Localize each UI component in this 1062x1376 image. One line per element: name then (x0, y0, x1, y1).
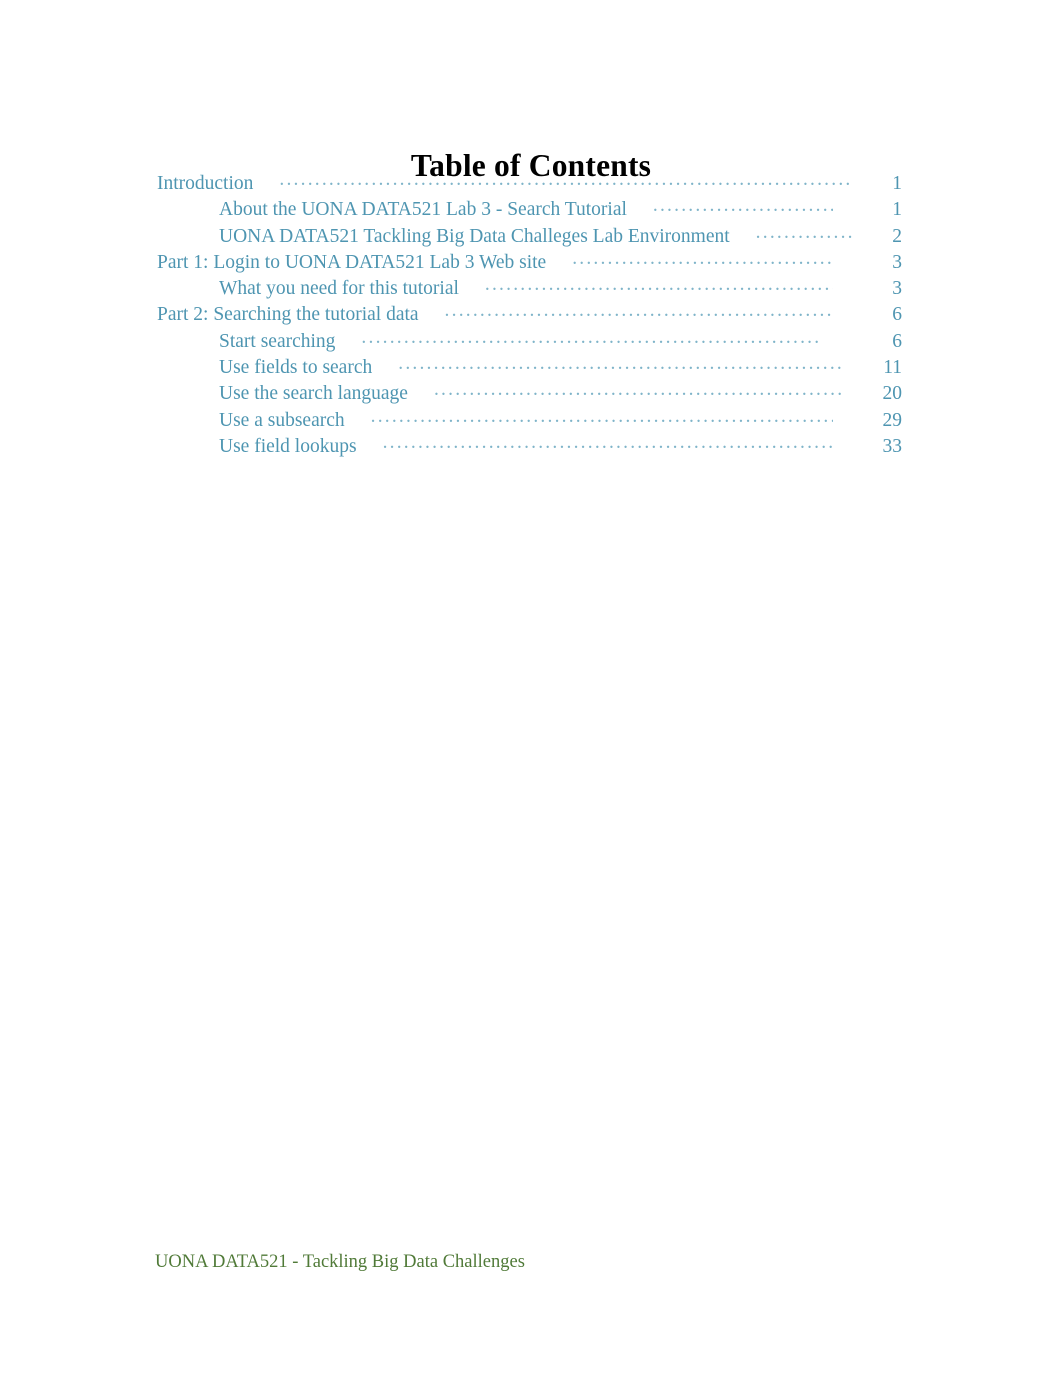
toc-entry-page-number: 3 (892, 251, 902, 273)
toc-entry[interactable]: What you need for this tutorial 3 (157, 275, 902, 301)
toc-dot-leader (756, 223, 852, 242)
toc-entry[interactable]: Use fields to search 11 (157, 354, 902, 380)
toc-entry-label: Use field lookups (219, 435, 357, 457)
toc-entry-page-number: 11 (883, 357, 902, 379)
toc-dot-leader (485, 275, 833, 294)
document-page: Table of Contents Introduction 1 About t… (0, 0, 1062, 1376)
toc-entry-page-number: 33 (882, 435, 903, 457)
toc-entry[interactable]: UONA DATA521 Tackling Big Data Challeges… (157, 223, 902, 249)
toc-entry[interactable]: Use a subsearch 29 (157, 407, 902, 433)
toc-entry-page-number: 1 (892, 173, 902, 194)
toc-entry[interactable]: Introduction 1 (157, 170, 902, 196)
toc-entry-page-number: 20 (882, 383, 903, 405)
toc-entry[interactable]: Part 2: Searching the tutorial data 6 (157, 301, 902, 327)
toc-entry-page-number: 6 (892, 330, 902, 352)
toc-dot-leader (383, 433, 833, 452)
toc-entry-label: Use a subsearch (219, 409, 345, 431)
toc-dot-leader (653, 196, 833, 215)
toc-entry-label: About the UONA DATA521 Lab 3 - Search Tu… (219, 199, 627, 221)
toc-entry-label: Use fields to search (219, 357, 373, 379)
toc-entry-page-number: 2 (892, 225, 902, 247)
toc-dot-leader (371, 407, 833, 426)
toc-entry-label: UONA DATA521 Tackling Big Data Challeges… (219, 225, 730, 247)
toc-dot-leader (279, 170, 852, 189)
toc-dot-leader (445, 301, 833, 320)
toc-dot-leader (572, 249, 833, 268)
table-of-contents-list: Introduction 1 About the UONA DATA521 La… (157, 170, 902, 459)
toc-dot-leader (434, 380, 844, 399)
toc-entry-page-number: 1 (892, 199, 902, 221)
toc-entry-label: Start searching (219, 330, 336, 352)
toc-entry[interactable]: Part 1: Login to UONA DATA521 Lab 3 Web … (157, 249, 902, 275)
toc-entry-label: Use the search language (219, 383, 408, 405)
toc-dot-leader (398, 354, 844, 373)
toc-entry[interactable]: Use field lookups 33 (157, 433, 902, 459)
toc-entry-label: Part 1: Login to UONA DATA521 Lab 3 Web … (157, 251, 547, 273)
toc-dot-leader (361, 328, 821, 347)
toc-entry-page-number: 3 (892, 278, 902, 300)
toc-entry[interactable]: About the UONA DATA521 Lab 3 - Search Tu… (157, 196, 902, 222)
toc-entry[interactable]: Start searching 6 (157, 328, 902, 354)
toc-entry-label: Part 2: Searching the tutorial data (157, 304, 419, 326)
toc-entry-page-number: 29 (882, 409, 903, 431)
toc-entry[interactable]: Use the search language 20 (157, 380, 902, 406)
toc-entry-label: Introduction (157, 173, 254, 194)
toc-entry-page-number: 6 (892, 304, 902, 326)
page-footer: UONA DATA521 - Tackling Big Data Challen… (155, 1252, 525, 1272)
toc-entry-label: What you need for this tutorial (219, 278, 459, 300)
